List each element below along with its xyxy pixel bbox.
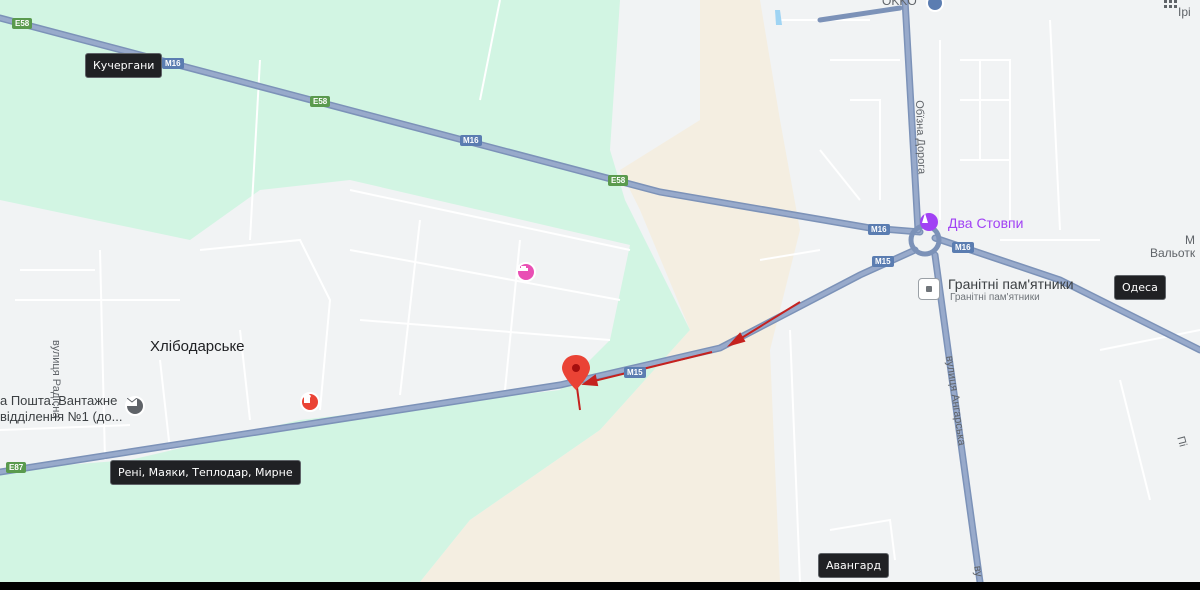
shop-icon[interactable] — [300, 392, 320, 412]
shield-e58: E58 — [12, 18, 33, 29]
shield-e58: E58 — [608, 175, 629, 186]
shield-m15: M15 — [624, 367, 646, 378]
edge-label-valotk: Вальотк — [1150, 246, 1196, 260]
callout-reni[interactable]: Рені, Маяки, Теплодар, Мирне — [110, 460, 301, 485]
station-label[interactable]: OKKO — [882, 0, 917, 8]
shield-e58: E58 — [310, 96, 331, 107]
street-label-obizna: Обїзна Дорога — [913, 100, 928, 175]
post-office-label-line1[interactable]: а Пошта. Вантажне — [0, 393, 117, 408]
callout-kuchergany[interactable]: Кучергани — [85, 53, 163, 78]
monument-icon[interactable] — [920, 213, 938, 231]
place-icon[interactable] — [918, 278, 940, 300]
post-office-label-line2[interactable]: відділення №1 (до... — [0, 409, 122, 424]
landmark-sublabel-granitni: Гранітні пам'ятники — [950, 292, 1040, 303]
shield-m16: M16 — [868, 224, 890, 235]
callout-avangard[interactable]: Авангард — [818, 553, 890, 578]
town-label[interactable]: Хлібодарське — [150, 338, 245, 355]
hotel-icon[interactable] — [516, 262, 536, 282]
street-label-angarska-cut: ву — [971, 565, 985, 578]
shield-m16: M16 — [952, 242, 974, 253]
landmark-label-dva-stovpy[interactable]: Два Стовпи — [948, 215, 1023, 231]
shield-m16: M16 — [460, 135, 482, 146]
callout-odesa[interactable]: Одеса — [1114, 275, 1166, 300]
apps-grid-icon[interactable] — [1164, 0, 1180, 12]
shield-m15: M15 — [872, 256, 894, 267]
shield-m16: M16 — [162, 58, 184, 69]
shield-e87: E87 — [6, 462, 27, 473]
mail-icon[interactable] — [125, 396, 145, 416]
edge-label-m: М — [1185, 233, 1195, 247]
map-canvas[interactable]: E58 M16 E58 M16 E58 M16 M16 M15 M15 E87 … — [0, 0, 1200, 582]
landmark-label-granitni[interactable]: Гранітні пам'ятники — [948, 276, 1074, 292]
bottom-bar — [0, 582, 1200, 590]
